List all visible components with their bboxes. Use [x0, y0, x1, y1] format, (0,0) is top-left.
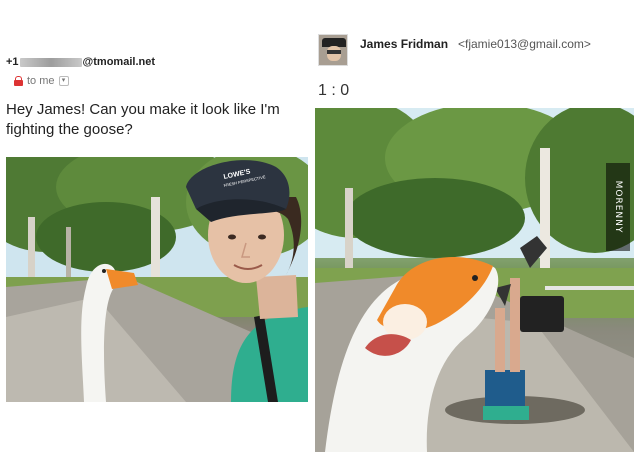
selfie-scene: LOWE'S FRESH PERSPECTIVE: [6, 157, 308, 402]
chevron-down-icon[interactable]: ▾: [58, 76, 69, 86]
watermark-strip: MORENNY: [606, 163, 630, 251]
reply-text: 1 : 0: [318, 82, 350, 99]
sender-prefix: +1: [6, 56, 19, 68]
sender-address[interactable]: +1 @tmomail.net: [6, 56, 155, 68]
edited-scene: [315, 108, 634, 452]
right-email-panel: James Fridman <fjamie013@gmail.com> 1 : …: [315, 0, 640, 454]
recipient-label: to me: [27, 75, 55, 87]
avatar[interactable]: [318, 34, 348, 66]
message-body: Hey James! Can you make it look like I'm…: [6, 101, 280, 138]
original-selfie-photo: LOWE'S FRESH PERSPECTIVE: [6, 157, 308, 402]
redacted-number: [19, 57, 82, 67]
recipient-line[interactable]: to me ▾: [14, 75, 69, 87]
watermark-text: MORENNY: [613, 180, 623, 234]
left-email-panel: +1 @tmomail.net to me ▾ Hey James! Can y…: [0, 0, 318, 454]
edited-photo: MORENNY: [315, 108, 634, 452]
sender-name[interactable]: James Fridman: [360, 37, 448, 51]
sender-domain: @tmomail.net: [82, 56, 156, 68]
sender-email[interactable]: <fjamie013@gmail.com>: [458, 37, 591, 51]
lock-icon: [14, 76, 23, 86]
